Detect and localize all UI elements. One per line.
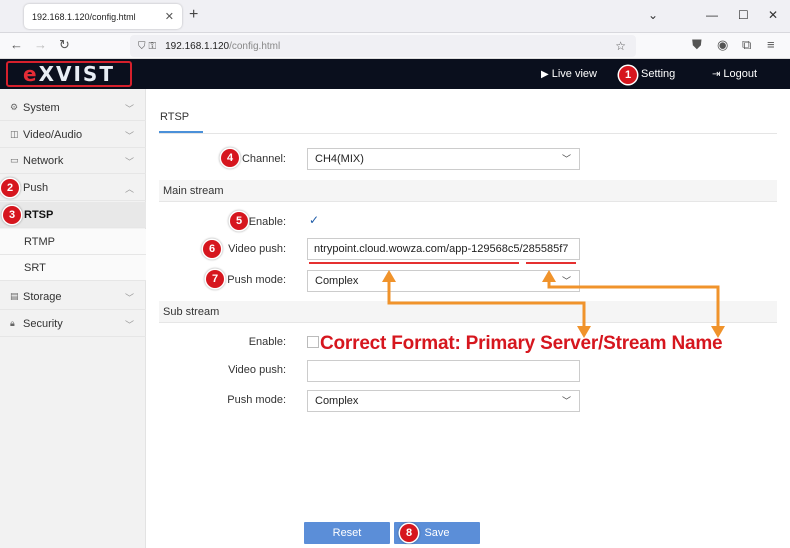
step-badge-1: 1 [619,66,637,84]
step-badge-7: 7 [206,270,224,288]
server-arrow-line [387,276,586,330]
stream-arrow-head-up [542,270,556,282]
step-badge-6: 6 [203,240,221,258]
step-badge-3: 3 [3,206,21,224]
step-badge-8: 8 [400,524,418,542]
server-arrow-head-up [382,270,396,282]
step-badge-2: 2 [1,179,19,197]
format-callout: Correct Format: Primary Server/Stream Na… [320,333,723,354]
annotation-arrows [382,270,725,338]
step-badge-5: 5 [230,212,248,230]
step-badge-4: 4 [221,149,239,167]
